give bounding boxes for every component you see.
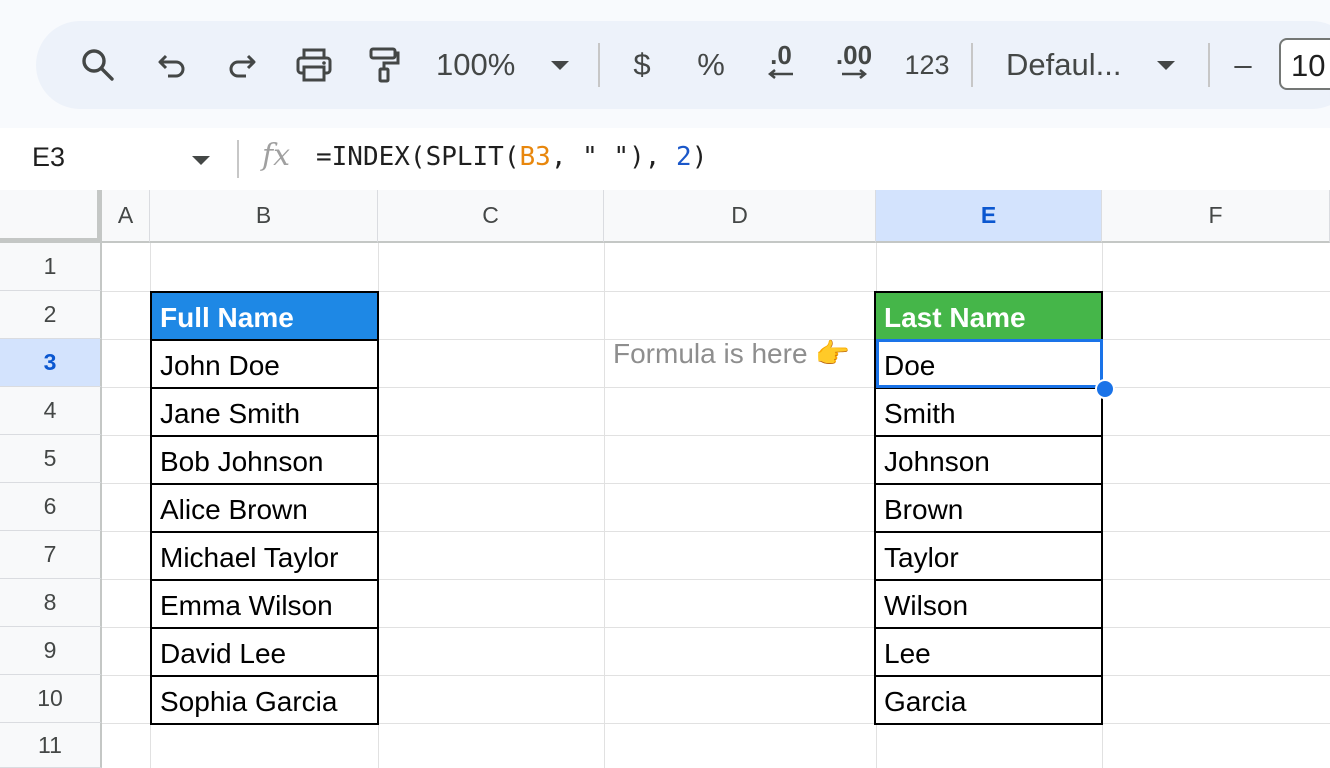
cell-e8[interactable]: Wilson: [874, 579, 1103, 629]
undo-icon[interactable]: [152, 21, 192, 109]
row-header-3[interactable]: 3: [0, 339, 102, 387]
chevron-down-icon[interactable]: [192, 156, 210, 165]
row-header-5[interactable]: 5: [0, 435, 102, 483]
formula-input[interactable]: =INDEX(SPLIT(B3, " "), 2): [316, 142, 707, 172]
minus-label: –: [1234, 47, 1252, 82]
column-header-d[interactable]: D: [604, 190, 876, 243]
column-header-b[interactable]: B: [150, 190, 378, 243]
select-all-corner[interactable]: [0, 190, 102, 243]
cell-b2-full-name-header[interactable]: Full Name: [150, 291, 379, 341]
percent-label: %: [697, 47, 725, 82]
formula-num: 2: [676, 142, 692, 172]
toolbar-divider: [971, 43, 973, 87]
cell-e9[interactable]: Lee: [874, 627, 1103, 677]
percent-button[interactable]: %: [694, 21, 728, 109]
more-formats-button[interactable]: 123: [902, 21, 952, 109]
formula-mid: , " "),: [550, 142, 677, 172]
font-size-input[interactable]: 10: [1279, 38, 1330, 90]
formula-ref: B3: [519, 142, 551, 172]
row-header-6[interactable]: 6: [0, 483, 102, 531]
row-header-10[interactable]: 10: [0, 675, 102, 723]
formula-note: Formula is here 👉: [613, 338, 851, 369]
more-formats-label: 123: [904, 49, 950, 80]
toolbar-divider: [598, 43, 600, 87]
currency-button[interactable]: $: [626, 21, 658, 109]
top-area: 100% $ % .0 .00 123 Defaul... – 10: [0, 0, 1330, 128]
formula-divider: [237, 140, 239, 178]
redo-icon[interactable]: [222, 21, 262, 109]
print-icon[interactable]: [292, 21, 336, 109]
cell-e10[interactable]: Garcia: [874, 675, 1103, 725]
decrease-font-size-button[interactable]: –: [1228, 21, 1258, 109]
cell-e6[interactable]: Brown: [874, 483, 1103, 533]
column-header-c[interactable]: C: [378, 190, 604, 243]
cell-e5[interactable]: Johnson: [874, 435, 1103, 485]
search-icon[interactable]: [76, 21, 120, 109]
cell-e7[interactable]: Taylor: [874, 531, 1103, 581]
cell-b10[interactable]: Sophia Garcia: [150, 675, 379, 725]
cell-b7[interactable]: Michael Taylor: [150, 531, 379, 581]
row-header-2[interactable]: 2: [0, 291, 102, 339]
increase-decimal-button[interactable]: .00: [830, 21, 878, 109]
arrow-right-icon: [842, 69, 868, 79]
sheet-grid: A B C D E F 1 2 3 4 5 6 7 8 9 10 11 Full…: [0, 190, 1330, 768]
column-header-f[interactable]: F: [1102, 190, 1330, 243]
zoom-value: 100%: [436, 47, 516, 82]
arrow-left-icon: [767, 69, 793, 79]
chevron-down-icon[interactable]: [548, 21, 572, 109]
row-header-8[interactable]: 8: [0, 579, 102, 627]
name-box[interactable]: E3: [32, 142, 65, 173]
column-header-a[interactable]: A: [102, 190, 150, 243]
cell-b3[interactable]: John Doe: [150, 339, 379, 389]
toolbar: 100% $ % .0 .00 123 Defaul... – 10: [36, 21, 1330, 109]
row-header-1[interactable]: 1: [0, 243, 102, 291]
zoom-select[interactable]: 100%: [436, 21, 526, 109]
cell-b6[interactable]: Alice Brown: [150, 483, 379, 533]
cell-b9[interactable]: David Lee: [150, 627, 379, 677]
toolbar-divider: [1208, 43, 1210, 87]
active-cell-selection: [876, 339, 1103, 388]
paint-format-icon[interactable]: [362, 21, 406, 109]
formula-bar: E3 fx =INDEX(SPLIT(B3, " "), 2): [0, 128, 1330, 190]
font-select[interactable]: Defaul...: [1006, 21, 1136, 109]
decrease-decimal-button[interactable]: .0: [758, 21, 804, 109]
currency-label: $: [633, 47, 651, 82]
cell-b4[interactable]: Jane Smith: [150, 387, 379, 437]
row-header-11[interactable]: 11: [0, 723, 102, 768]
formula-prefix: =INDEX(SPLIT(: [316, 142, 520, 172]
decrease-decimal-label: .0: [770, 40, 792, 70]
fill-handle[interactable]: [1095, 379, 1115, 399]
row-header-9[interactable]: 9: [0, 627, 102, 675]
cell-e4[interactable]: Smith: [874, 387, 1103, 437]
formula-suffix: ): [691, 142, 708, 172]
font-name: Defaul...: [1006, 47, 1122, 82]
row-header-4[interactable]: 4: [0, 387, 102, 435]
row-header-7[interactable]: 7: [0, 531, 102, 579]
chevron-down-icon[interactable]: [1154, 21, 1178, 109]
cell-e2-last-name-header[interactable]: Last Name: [874, 291, 1103, 341]
gridline: [604, 243, 605, 768]
column-header-e[interactable]: E: [876, 190, 1102, 243]
cell-b8[interactable]: Emma Wilson: [150, 579, 379, 629]
increase-decimal-label: .00: [835, 40, 873, 70]
cell-b5[interactable]: Bob Johnson: [150, 435, 379, 485]
font-size-value: 10: [1291, 48, 1326, 83]
fx-icon: fx: [262, 138, 291, 173]
